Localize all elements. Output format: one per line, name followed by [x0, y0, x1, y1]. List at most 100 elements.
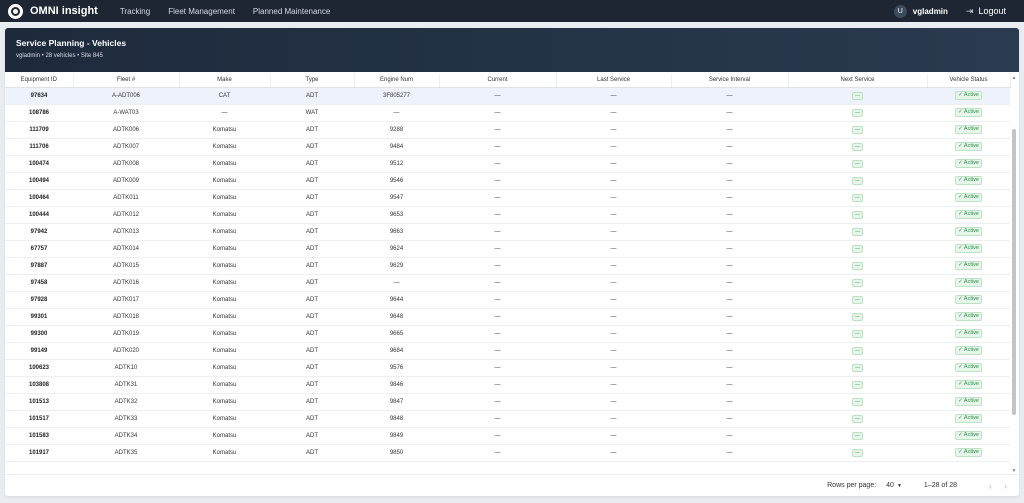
column-header[interactable]: Fleet #	[73, 74, 180, 88]
table-cell: —	[671, 427, 788, 445]
nav-fleet-management[interactable]: Fleet Management	[168, 7, 235, 16]
table-cell: 9624	[354, 240, 439, 258]
status-badge: ✓ Active	[955, 244, 982, 253]
column-header[interactable]: Last Service	[556, 74, 672, 88]
logout-button[interactable]: Logout	[978, 6, 1006, 16]
status-badge: ✓ Active	[955, 329, 982, 338]
equipment-id-cell: 101917	[5, 444, 73, 462]
table-cell: —	[556, 223, 671, 241]
table-row[interactable]: 97942 ADTK013 Komatsu ADT 9663— — — — ✓ Active	[5, 223, 1010, 241]
table-row[interactable]: 97887 ADTK015 Komatsu ADT 9629— — — — ✓ Active	[5, 257, 1010, 275]
column-header[interactable]: Next Service	[788, 74, 928, 88]
chevron-down-icon[interactable]: ▼	[897, 483, 902, 489]
table-row[interactable]: 101517 ADTK33 Komatsu ADT 9848— — — — ✓ Active	[5, 410, 1010, 428]
table-row[interactable]: 108786 A-WAT03— WAT — — — — — ✓ Active	[5, 104, 1010, 122]
table-row[interactable]: 100474 ADTK008 Komatsu ADT 9512— — — — ✓ Active	[5, 155, 1010, 173]
equipment-id-cell: 100623	[5, 359, 73, 377]
next-service-badge: —	[852, 346, 863, 355]
table-cell: —	[439, 138, 556, 156]
table-row[interactable]: 111706 ADTK007 Komatsu ADT 9484— — — — ✓ Active	[5, 138, 1010, 156]
vehicle-status-cell: ✓ Active	[927, 410, 1010, 428]
table-row[interactable]: 100623 ADTK10 Komatsu ADT 9576— — — — ✓ Active	[5, 359, 1010, 377]
column-header[interactable]: Equipment ID	[5, 74, 74, 88]
table-cell: —	[671, 308, 788, 326]
column-header[interactable]: Current	[439, 74, 557, 88]
equipment-id-cell: 100464	[5, 189, 73, 207]
next-service-badge: —	[852, 244, 863, 253]
table-row[interactable]: 99149 ADTK020 Komatsu ADT 9684— — — — ✓ Active	[5, 342, 1010, 360]
next-page-button[interactable]: ›	[1004, 481, 1007, 491]
vehicle-status-cell: ✓ Active	[927, 325, 1010, 343]
table-row[interactable]: 100494 ADTK009 Komatsu ADT 9546— — — — ✓ Active	[5, 172, 1010, 190]
column-header[interactable]: Service Interval	[671, 74, 789, 88]
table-cell: —	[556, 427, 671, 445]
next-service-badge: —	[852, 108, 863, 117]
table-row[interactable]: 99301 ADTK018 Komatsu ADT 9648— — — — ✓ Active	[5, 308, 1010, 326]
logout-icon[interactable]: ⇥	[966, 6, 974, 17]
table-cell: —	[556, 444, 671, 462]
table-row[interactable]: 101583 ADTK34 Komatsu ADT 9849— — — — ✓ Active	[5, 427, 1010, 445]
pagination-footer: Rows per page: 40 ▼ 1–28 of 28 ‹ ›	[5, 474, 1019, 496]
table-cell: 9576	[354, 359, 439, 377]
table-cell: A-WAT03	[73, 104, 179, 122]
next-service-badge: —	[852, 91, 863, 100]
vehicle-status-cell: ✓ Active	[927, 155, 1010, 173]
table-row[interactable]: 101513 ADTK32 Komatsu ADT 9847— — — — ✓ Active	[5, 393, 1010, 411]
table-cell: ADT	[270, 121, 354, 139]
table-cell: —	[556, 376, 671, 394]
column-header[interactable]: Make	[179, 74, 271, 88]
table-row[interactable]: 111709 ADTK006 Komatsu ADT 9288— — — — ✓ Active	[5, 121, 1010, 139]
table-cell: ADT	[270, 189, 354, 207]
vehicle-status-cell: ✓ Active	[927, 291, 1010, 309]
next-service-cell: —	[788, 138, 927, 156]
status-badge: ✓ Active	[955, 227, 982, 236]
table-cell: 9644	[354, 291, 439, 309]
nav-tracking[interactable]: Tracking	[120, 7, 150, 16]
table-row[interactable]: 100444 ADTK012 Komatsu ADT 9653— — — — ✓ Active	[5, 206, 1010, 224]
table-cell: ADT	[270, 274, 354, 292]
username: vgladmin	[912, 6, 948, 16]
status-badge: ✓ Active	[955, 176, 982, 185]
next-service-badge: —	[852, 176, 863, 185]
table-row[interactable]: 97634 A-ADT006 CAT ADT 3F805277— — — — ✓ Active	[5, 87, 1010, 105]
avatar[interactable]: U	[893, 4, 907, 18]
table-cell: Komatsu	[179, 308, 270, 326]
column-header[interactable]: Type	[270, 74, 355, 88]
table-row[interactable]: 97928 ADTK017 Komatsu ADT 9644— — — — ✓ Active	[5, 291, 1010, 309]
scrollbar-thumb[interactable]	[1012, 129, 1016, 415]
rows-per-page-select[interactable]: 40	[886, 482, 894, 489]
table-cell: ADTK34	[73, 427, 179, 445]
column-header[interactable]: Engine Num	[354, 74, 440, 88]
table-cell: ADT	[270, 223, 354, 241]
table-row[interactable]: 100464 ADTK011 Komatsu ADT 9547— — — — ✓ Active	[5, 189, 1010, 207]
vehicle-status-cell: ✓ Active	[927, 444, 1010, 462]
table-cell: 9547	[354, 189, 439, 207]
table-cell: —	[671, 291, 788, 309]
table-row[interactable]: 97458 ADTK016 Komatsu ADT — — — — — ✓ Active	[5, 274, 1010, 292]
next-service-cell: —	[788, 359, 927, 377]
vertical-scrollbar[interactable]: ▲ ▼	[1011, 75, 1017, 475]
table-cell: 9653	[354, 206, 439, 224]
scroll-up-icon[interactable]: ▲	[1011, 75, 1017, 82]
prev-page-button[interactable]: ‹	[989, 481, 992, 491]
vehicles-table-container[interactable]: Equipment ID Fleet # Make Type Engine Num Cur…	[5, 74, 1019, 474]
table-cell: —	[671, 376, 788, 394]
column-header[interactable]: Vehicle Status	[927, 74, 1011, 88]
table-cell: —	[556, 189, 671, 207]
main-nav: Tracking Fleet Management Planned Mainte…	[120, 7, 330, 16]
next-service-cell: —	[788, 325, 927, 343]
nav-planned-maintenance[interactable]: Planned Maintenance	[253, 7, 330, 16]
table-cell: ADTK33	[73, 410, 179, 428]
table-row[interactable]: 103808 ADTK31 Komatsu ADT 9846— — — — ✓ Active	[5, 376, 1010, 394]
next-service-cell: —	[788, 444, 927, 462]
table-row[interactable]: 67757 ADTK014 Komatsu ADT 9624— — — — ✓ Active	[5, 240, 1010, 258]
table-cell: ADT	[270, 427, 354, 445]
table-cell: ADTK013	[73, 223, 179, 241]
table-cell: Komatsu	[179, 138, 270, 156]
table-cell: —	[671, 189, 788, 207]
table-row[interactable]: 101917 ADTK35 Komatsu ADT 9850— — — — ✓ Active	[5, 444, 1010, 462]
table-row[interactable]: 99300 ADTK019 Komatsu ADT 9665— — — — ✓ Active	[5, 325, 1010, 343]
table-cell: Komatsu	[179, 427, 270, 445]
status-badge: ✓ Active	[955, 448, 982, 457]
table-cell: A-ADT006	[73, 87, 179, 105]
